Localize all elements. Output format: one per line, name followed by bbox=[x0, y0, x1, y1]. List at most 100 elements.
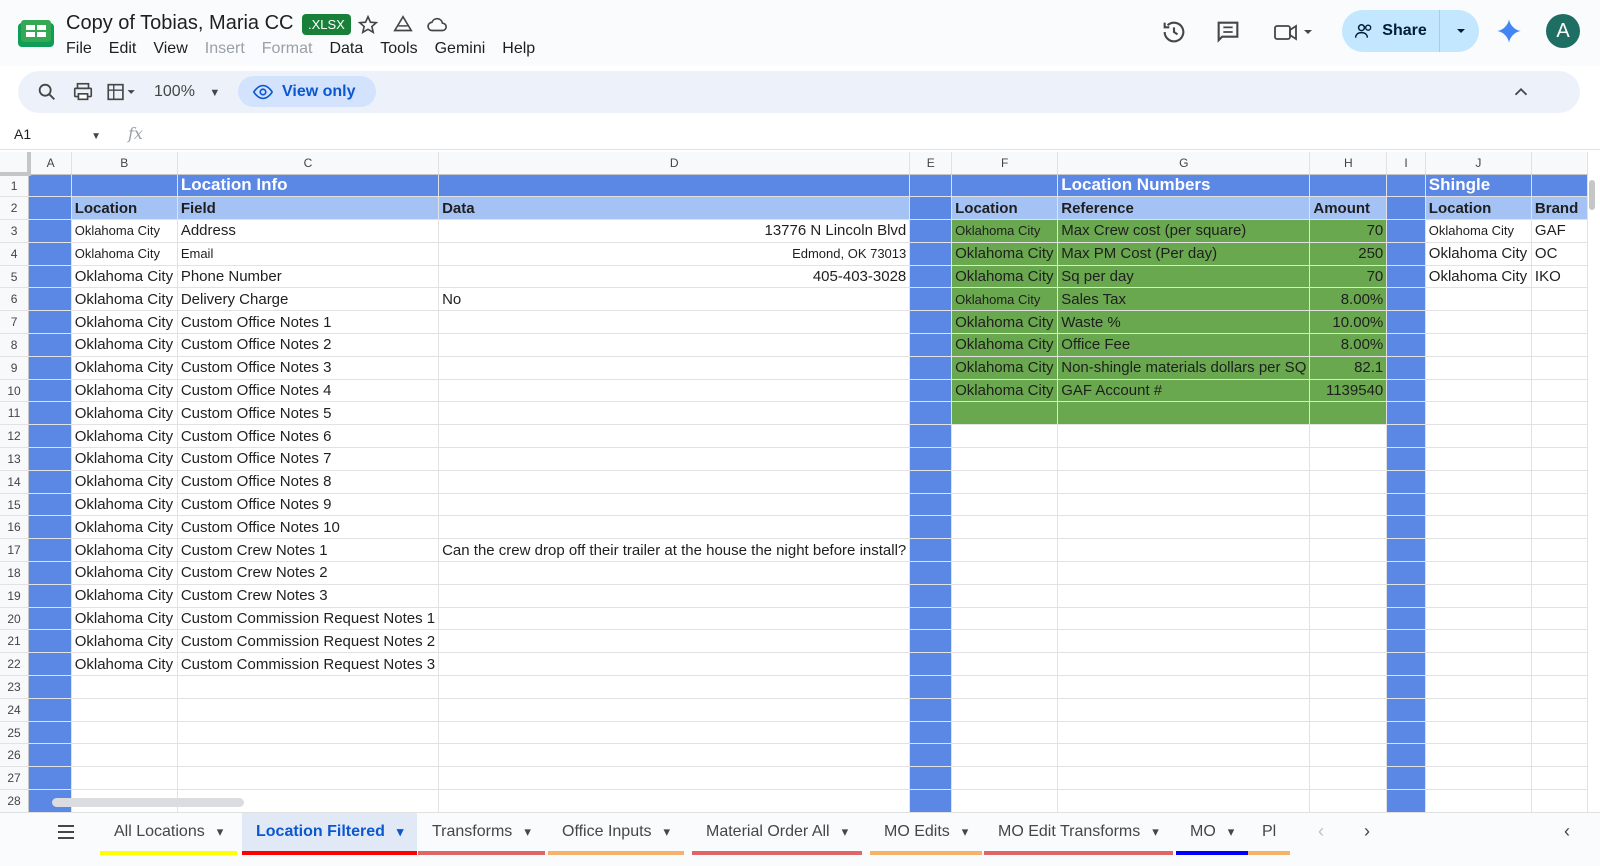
cell[interactable] bbox=[909, 379, 953, 403]
cell[interactable] bbox=[909, 515, 953, 540]
cell[interactable]: Oklahoma City bbox=[1425, 219, 1532, 243]
cell[interactable] bbox=[438, 515, 911, 540]
cell[interactable]: Oklahoma City bbox=[71, 561, 178, 585]
cell[interactable]: Oklahoma City bbox=[951, 310, 1059, 335]
cell[interactable] bbox=[177, 698, 440, 722]
row-header[interactable]: 2 bbox=[0, 196, 30, 221]
cell[interactable] bbox=[951, 174, 1059, 198]
cell[interactable]: Custom Commission Request Notes 1 bbox=[177, 607, 440, 631]
cell[interactable] bbox=[951, 515, 1059, 540]
cell[interactable] bbox=[1386, 333, 1426, 357]
cell[interactable]: Oklahoma City bbox=[71, 515, 178, 540]
cell[interactable] bbox=[1309, 538, 1388, 563]
cell[interactable]: Oklahoma City bbox=[71, 447, 178, 471]
cell[interactable] bbox=[438, 721, 911, 745]
column-header-i[interactable]: I bbox=[1386, 152, 1426, 175]
cell[interactable]: Oklahoma City bbox=[951, 265, 1059, 289]
cell[interactable] bbox=[177, 721, 440, 745]
cell[interactable]: Custom Office Notes 8 bbox=[177, 470, 440, 494]
sheet-tab-caret-icon[interactable]: ▾ bbox=[664, 824, 671, 840]
sheet-tab-caret-icon[interactable]: ▾ bbox=[962, 824, 969, 840]
cell[interactable]: IKO bbox=[1531, 265, 1588, 289]
row-header[interactable]: 19 bbox=[0, 584, 30, 608]
row-header[interactable]: 14 bbox=[0, 470, 30, 494]
cell[interactable] bbox=[28, 310, 72, 335]
cell[interactable] bbox=[1386, 287, 1426, 312]
cell[interactable] bbox=[951, 470, 1059, 494]
cell[interactable] bbox=[28, 493, 72, 517]
cell[interactable] bbox=[28, 698, 72, 722]
cell[interactable] bbox=[1425, 447, 1532, 471]
cell[interactable] bbox=[951, 766, 1059, 791]
sheet-tab[interactable]: Material Order All ▾ bbox=[692, 813, 863, 855]
row-header[interactable]: 13 bbox=[0, 447, 30, 471]
cell[interactable] bbox=[909, 538, 953, 563]
version-history-icon[interactable] bbox=[1160, 18, 1188, 46]
cell[interactable] bbox=[1386, 789, 1426, 812]
all-sheets-menu-icon[interactable] bbox=[56, 823, 76, 841]
cell[interactable] bbox=[28, 515, 72, 540]
sheet-tab[interactable]: Pl bbox=[1248, 813, 1291, 855]
cell[interactable] bbox=[1057, 698, 1311, 722]
cell[interactable] bbox=[438, 470, 911, 494]
cell[interactable] bbox=[1425, 333, 1532, 357]
cell[interactable] bbox=[1386, 356, 1426, 380]
cell[interactable] bbox=[909, 287, 953, 312]
row-header[interactable]: 23 bbox=[0, 675, 30, 699]
cell[interactable]: Oklahoma City bbox=[71, 493, 178, 517]
cell[interactable]: Phone Number bbox=[177, 265, 440, 289]
cell[interactable]: Custom Office Notes 9 bbox=[177, 493, 440, 517]
cell[interactable] bbox=[438, 675, 911, 699]
cell[interactable] bbox=[1057, 743, 1311, 768]
cell[interactable] bbox=[1531, 584, 1588, 608]
sheet-tab[interactable]: MO ▾ bbox=[1176, 813, 1249, 855]
menu-tools[interactable]: Tools bbox=[380, 40, 417, 58]
cell[interactable]: Oklahoma City bbox=[951, 333, 1059, 357]
column-header-b[interactable]: B bbox=[71, 152, 178, 175]
vertical-scrollbar[interactable] bbox=[1589, 180, 1595, 210]
cell[interactable] bbox=[1425, 698, 1532, 722]
cell[interactable] bbox=[438, 424, 911, 449]
cell[interactable]: Can the crew drop off their trailer at t… bbox=[438, 538, 911, 563]
cell[interactable] bbox=[1386, 538, 1426, 563]
cell[interactable] bbox=[1531, 675, 1588, 699]
cell[interactable]: Oklahoma City bbox=[71, 219, 178, 243]
cell[interactable] bbox=[1309, 174, 1388, 198]
menu-help[interactable]: Help bbox=[502, 40, 535, 58]
cell[interactable] bbox=[909, 265, 953, 289]
cell[interactable] bbox=[909, 629, 953, 654]
cell[interactable]: GAF Account # bbox=[1057, 379, 1311, 403]
cell[interactable] bbox=[28, 333, 72, 357]
cell[interactable] bbox=[1531, 538, 1588, 563]
cell[interactable] bbox=[28, 287, 72, 312]
menu-format[interactable]: Format bbox=[262, 40, 313, 58]
cell[interactable] bbox=[909, 698, 953, 722]
cell[interactable]: Reference bbox=[1057, 196, 1311, 221]
cell[interactable] bbox=[28, 584, 72, 608]
cell[interactable] bbox=[28, 675, 72, 699]
cell[interactable] bbox=[28, 607, 72, 631]
cell[interactable] bbox=[909, 196, 953, 221]
cell[interactable] bbox=[1057, 401, 1311, 426]
cell[interactable] bbox=[1425, 652, 1532, 677]
cell[interactable] bbox=[1309, 652, 1388, 677]
cell[interactable] bbox=[28, 652, 72, 677]
row-header[interactable]: 9 bbox=[0, 356, 30, 380]
cell[interactable] bbox=[951, 789, 1059, 812]
cell[interactable] bbox=[1386, 607, 1426, 631]
cell[interactable] bbox=[1309, 675, 1388, 699]
cell[interactable]: Oklahoma City bbox=[71, 424, 178, 449]
column-header-a[interactable]: A bbox=[28, 152, 72, 175]
cell[interactable] bbox=[438, 629, 911, 654]
cell[interactable] bbox=[1386, 721, 1426, 745]
cell[interactable]: Shingle bbox=[1425, 174, 1532, 198]
sheet-tab-caret-icon[interactable]: ▾ bbox=[1228, 824, 1235, 840]
cell[interactable] bbox=[951, 743, 1059, 768]
cell[interactable] bbox=[1057, 424, 1311, 449]
cell[interactable]: Sq per day bbox=[1057, 265, 1311, 289]
cell[interactable] bbox=[28, 424, 72, 449]
cell[interactable] bbox=[909, 675, 953, 699]
cell[interactable]: 1139540 bbox=[1309, 379, 1388, 403]
spreadsheet-grid[interactable]: A B C D E F G H I J 1 Location Info Locati… bbox=[0, 152, 1588, 812]
cell[interactable]: Custom Office Notes 7 bbox=[177, 447, 440, 471]
